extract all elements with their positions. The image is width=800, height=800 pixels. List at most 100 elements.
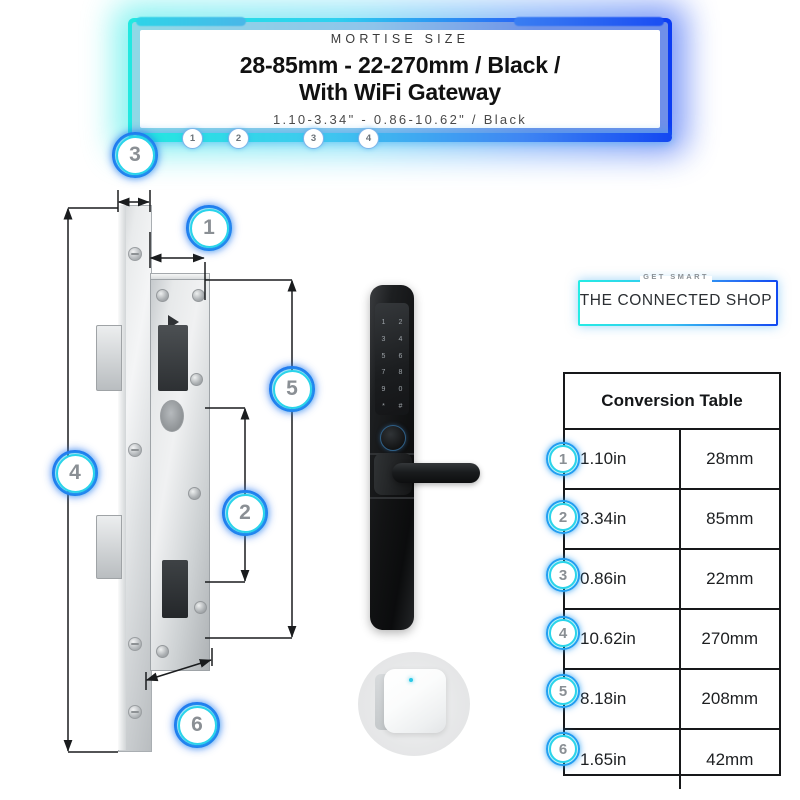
lock-faceplate-bevel <box>118 205 126 750</box>
keypad-key-star: * <box>382 403 385 411</box>
callout-badge-1-label: 1 <box>203 216 215 239</box>
mortise-lock-illustration <box>96 205 220 752</box>
table-cell-mm: 28mm <box>706 449 754 469</box>
lock-mechanism-lower <box>162 560 188 618</box>
track-badge-4-label: 4 <box>365 133 372 144</box>
keypad-key-1: 1 <box>381 318 386 326</box>
table-cell-mm: 42mm <box>706 749 754 769</box>
logo-tagline: GET SMART <box>643 272 709 281</box>
keypad-key-9: 9 <box>381 386 386 394</box>
table-badge-5: 5 <box>546 674 580 708</box>
keypad-key-2: 2 <box>398 318 403 326</box>
table-cell-mm: 270mm <box>701 629 759 649</box>
gateway-front-face <box>384 669 446 733</box>
table-cell-inches: 1.65in <box>565 730 681 789</box>
lock-body-screw-5 <box>194 601 207 614</box>
keypad-key-6: 6 <box>398 352 403 360</box>
lock-body-screw-2 <box>192 289 205 302</box>
wifi-gateway-device <box>358 652 470 756</box>
faceplate-screw-top <box>128 247 142 261</box>
table-badge-4-label: 4 <box>558 624 568 642</box>
lock-mechanism-upper <box>158 325 188 391</box>
header-text-block: MORTISE SIZE 28-85mm - 22-270mm / Black … <box>128 24 672 132</box>
callout-badge-5: 5 <box>269 366 315 412</box>
table-badge-2-label: 2 <box>558 508 568 526</box>
table-row: 8.18in 208mm <box>565 670 779 731</box>
track-badge-3: 3 <box>303 128 324 149</box>
table-badge-5-label: 5 <box>558 682 568 700</box>
latch-bolt-lower <box>96 515 122 579</box>
table-cell-inches: 8.18in <box>565 670 681 729</box>
conversion-table: Conversion Table 1.10in 28mm 3.34in 85mm… <box>563 372 781 789</box>
faceplate-screw-mid <box>128 443 142 457</box>
keypad: 1 2 3 4 5 6 7 8 9 0 * # <box>375 303 409 415</box>
table-row: 3.34in 85mm <box>565 490 779 551</box>
table-badge-2: 2 <box>546 500 580 534</box>
lock-body-screw-4 <box>188 487 201 500</box>
callout-badge-3: 3 <box>112 132 158 178</box>
track-badge-2-label: 2 <box>235 133 242 144</box>
logo-brand-name: THE CONNECTED SHOP <box>579 292 773 309</box>
smart-lock-handle: 1 2 3 4 5 6 7 8 9 0 * # <box>362 285 480 630</box>
track-badge-2: 2 <box>228 128 249 149</box>
table-badge-6: 6 <box>546 732 580 766</box>
header-title-line1: 28-85mm - 22-270mm / Black / <box>239 52 561 78</box>
table-badge-1-label: 1 <box>558 450 568 468</box>
keypad-key-4: 4 <box>398 335 403 343</box>
lock-body-screw-6 <box>156 645 169 658</box>
faceplate-screw-bottom <box>128 705 142 719</box>
callout-badge-6: 6 <box>174 702 220 748</box>
keypad-key-hash: # <box>398 403 403 411</box>
table-cell-mm: 22mm <box>706 569 754 589</box>
callout-badge-6-label: 6 <box>191 713 203 736</box>
track-badge-4: 4 <box>358 128 379 149</box>
track-badge-1-label: 1 <box>189 133 196 144</box>
latch-bolt-upper <box>96 325 122 391</box>
brand-logo: GET SMART THE CONNECTED SHOP <box>578 272 776 324</box>
keypad-key-0: 0 <box>398 386 403 394</box>
header-subtitle: 1.10-3.34" - 0.86-10.62" / Black <box>272 112 528 128</box>
table-badge-6-label: 6 <box>558 740 568 758</box>
spindle-hole <box>160 400 184 432</box>
table-cell-mm: 85mm <box>706 509 754 529</box>
table-row: 0.86in 22mm <box>565 550 779 611</box>
callout-badge-2: 2 <box>222 490 268 536</box>
table-badge-3-label: 3 <box>558 566 568 584</box>
lock-body-screw-1 <box>156 289 169 302</box>
header-title-line2: With WiFi Gateway <box>299 78 501 105</box>
keypad-key-3: 3 <box>381 335 386 343</box>
panel-seam-lower <box>370 497 414 499</box>
table-cell-inches: 0.86in <box>565 550 681 609</box>
table-cell-inches: 1.10in <box>565 430 681 489</box>
callout-badge-1: 1 <box>186 205 232 251</box>
header-gradient-track <box>136 133 672 142</box>
table-cell-mm: 208mm <box>701 689 759 709</box>
callout-badge-3-label: 3 <box>129 143 141 166</box>
table-cell-inches: 10.62in <box>565 610 681 669</box>
table-row: 1.10in 28mm <box>565 430 779 491</box>
conversion-table-title: Conversion Table <box>565 374 779 430</box>
table-cell-inches: 3.34in <box>565 490 681 549</box>
keypad-key-5: 5 <box>381 352 386 360</box>
fingerprint-sensor-icon <box>380 425 406 451</box>
header-kicker: MORTISE SIZE <box>330 32 470 46</box>
track-badge-1: 1 <box>182 128 203 149</box>
table-badge-4: 4 <box>546 616 580 650</box>
table-row: 1.65in 42mm <box>565 730 779 789</box>
product-spec-canvas: MORTISE SIZE 28-85mm - 22-270mm / Black … <box>0 0 800 800</box>
table-badge-1: 1 <box>546 442 580 476</box>
table-badge-3: 3 <box>546 558 580 592</box>
callout-badge-2-label: 2 <box>239 501 251 524</box>
door-lever-handle <box>392 463 480 483</box>
track-badge-3-label: 3 <box>310 133 317 144</box>
keypad-key-7: 7 <box>381 369 386 377</box>
faceplate-screw-lower <box>128 637 142 651</box>
table-row: 10.62in 270mm <box>565 610 779 671</box>
callout-badge-5-label: 5 <box>286 377 298 400</box>
keypad-key-8: 8 <box>398 369 403 377</box>
callout-badge-4: 4 <box>52 450 98 496</box>
gateway-led-indicator-icon <box>409 678 413 682</box>
header-title: 28-85mm - 22-270mm / Black / With WiFi G… <box>239 52 561 105</box>
callout-badge-4-label: 4 <box>69 461 81 484</box>
lock-body-screw-3 <box>190 373 203 386</box>
